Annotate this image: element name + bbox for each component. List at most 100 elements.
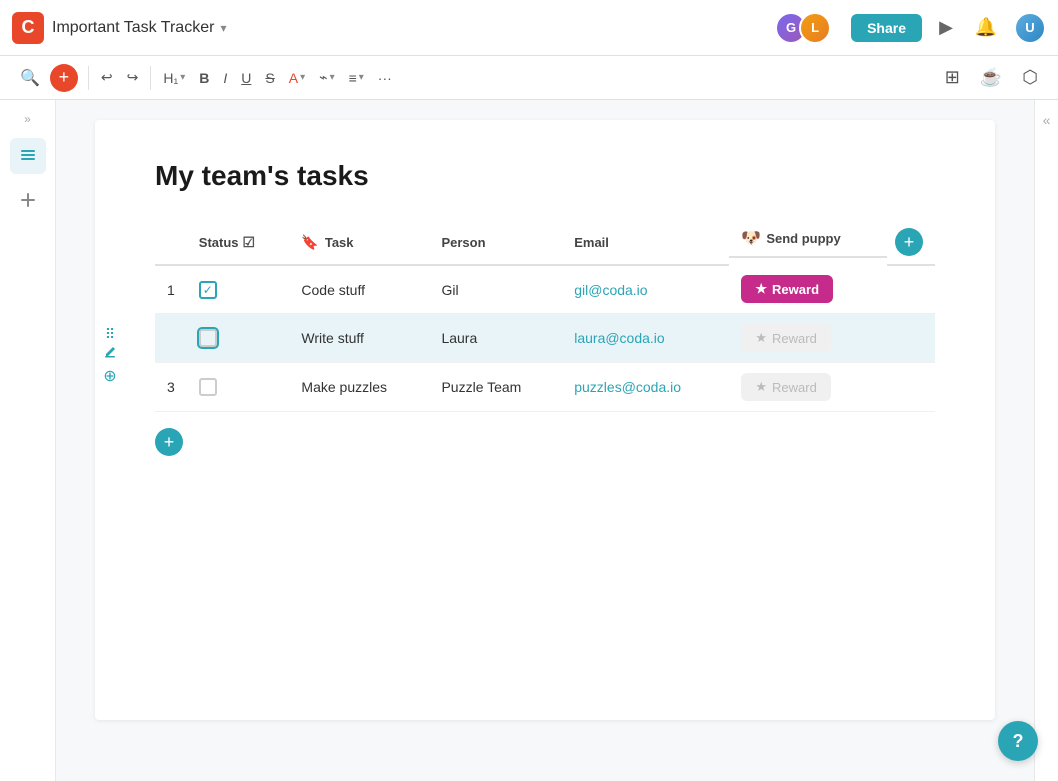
reward-active-button[interactable]: ★ Reward xyxy=(741,275,833,303)
toolbar-right-icons: ⊞ ☕ ⬡ xyxy=(937,63,1046,92)
star-icon: ★ xyxy=(755,281,767,297)
row-drag-handle[interactable]: ⠿ xyxy=(105,326,115,343)
row-3-reward[interactable]: ★ Reward xyxy=(729,363,887,412)
status-unchecked-icon[interactable] xyxy=(199,329,217,347)
collaborator-avatars: G L xyxy=(775,12,831,44)
row-2-task[interactable]: Write stuff xyxy=(289,314,429,363)
highlight-dropdown-icon: ▾ xyxy=(330,72,335,83)
more-options-button[interactable]: ··· xyxy=(372,66,398,90)
pages-icon[interactable]: ⊞ xyxy=(937,63,968,92)
row-edit-icon[interactable] xyxy=(103,345,117,362)
row-2-person[interactable]: Laura xyxy=(429,314,562,363)
title-chevron-icon: ▾ xyxy=(220,21,226,35)
status-unchecked-icon-3[interactable] xyxy=(199,378,217,396)
row-add-icon[interactable]: ⊕ xyxy=(103,366,116,386)
italic-button[interactable]: I xyxy=(217,66,233,90)
row-2-status[interactable] xyxy=(187,314,290,363)
toolbar-separator-2 xyxy=(150,66,151,90)
coffee-icon[interactable]: ☕ xyxy=(972,63,1010,92)
add-column-button[interactable]: + xyxy=(895,228,923,256)
reward-inactive-button-3[interactable]: ★ Reward xyxy=(741,373,830,401)
collapse-icon: « xyxy=(1043,112,1051,128)
add-block-button[interactable]: + xyxy=(50,64,78,92)
table-row: Write stuff Laura laura@coda.io ★ Reward xyxy=(155,314,935,363)
heading-dropdown-icon: ▾ xyxy=(180,72,185,83)
row-2-email-link[interactable]: laura@coda.io xyxy=(574,330,665,346)
send-puppy-col-label: Send puppy xyxy=(766,231,840,246)
reward-inactive-label-3: Reward xyxy=(772,380,817,395)
user-avatar[interactable]: U xyxy=(1014,12,1046,44)
col-header-person[interactable]: Person xyxy=(429,220,562,265)
top-bar: C Important Task Tracker ▾ G L Share ▶ 🔔… xyxy=(0,0,1058,56)
row-side-actions: ⠿ ⊕ xyxy=(103,326,117,386)
task-col-label: Task xyxy=(325,235,354,250)
col-header-add: + xyxy=(887,220,935,265)
col-header-rownum xyxy=(155,220,187,265)
row-1-email-link[interactable]: gil@coda.io xyxy=(574,282,647,298)
sidebar-doc-icon[interactable] xyxy=(10,138,46,174)
bold-button[interactable]: B xyxy=(193,66,215,90)
expand-sidebar-icon[interactable]: » xyxy=(20,108,35,130)
strikethrough-button[interactable]: S xyxy=(259,66,280,90)
col-header-status[interactable]: Status ☑ xyxy=(187,220,290,265)
doc-content: My team's tasks ⠿ ⊕ xyxy=(95,120,995,720)
table-row: 3 Make puzzles Puzzle Team puzzles@coda.… xyxy=(155,363,935,412)
row-1-person[interactable]: Gil xyxy=(429,265,562,314)
row-1-task[interactable]: Code stuff xyxy=(289,265,429,314)
help-button[interactable]: ? xyxy=(998,721,1038,761)
left-sidebar: » xyxy=(0,100,56,781)
doc-title[interactable]: Important Task Tracker ▾ xyxy=(52,19,226,37)
row-2-reward[interactable]: ★ Reward xyxy=(729,314,887,363)
content-area: My team's tasks ⠿ ⊕ xyxy=(56,100,1034,781)
task-table: Status ☑ 🔖 Task Pe xyxy=(155,220,935,412)
puppy-emoji-icon: 🐶 xyxy=(741,228,761,248)
row-3-status[interactable] xyxy=(187,363,290,412)
heading-button[interactable]: H₁ ▾ xyxy=(157,66,191,90)
add-row-button[interactable]: + xyxy=(155,428,183,456)
star-icon-3: ★ xyxy=(755,379,767,395)
undo-button[interactable]: ↩ xyxy=(95,65,119,90)
row-3-num: 3 xyxy=(155,363,187,412)
person-col-label: Person xyxy=(441,235,485,250)
col-header-email[interactable]: Email xyxy=(562,220,729,265)
row-3-email[interactable]: puzzles@coda.io xyxy=(562,363,729,412)
doc-title-text: Important Task Tracker xyxy=(52,19,214,37)
email-col-label: Email xyxy=(574,235,609,250)
main-layout: » My team's tasks ⠿ xyxy=(0,100,1058,781)
row-3-email-link[interactable]: puzzles@coda.io xyxy=(574,379,681,395)
row-1-reward[interactable]: ★ Reward xyxy=(729,265,887,314)
row-1-status[interactable]: ✓ xyxy=(187,265,290,314)
right-collapse-panel[interactable]: « xyxy=(1034,100,1058,781)
align-button[interactable]: ≡ ▾ xyxy=(343,66,370,90)
table-container: ⠿ ⊕ xyxy=(155,220,935,456)
bell-icon[interactable]: 🔔 xyxy=(970,12,1002,44)
share-button[interactable]: Share xyxy=(851,14,922,42)
logo-icon[interactable]: C xyxy=(12,12,44,44)
reward-inactive-button-2[interactable]: ★ Reward xyxy=(741,324,830,352)
highlight-button[interactable]: ⌁ ▾ xyxy=(313,65,340,90)
table-header-row: Status ☑ 🔖 Task Pe xyxy=(155,220,935,265)
puzzle-icon[interactable]: ⬡ xyxy=(1014,63,1046,92)
row-3-extra xyxy=(887,363,935,412)
table-row: 1 ✓ Code stuff Gil gil@coda.io xyxy=(155,265,935,314)
search-icon[interactable]: 🔍 xyxy=(12,64,48,92)
row-2-email[interactable]: laura@coda.io xyxy=(562,314,729,363)
star-icon-2: ★ xyxy=(755,330,767,346)
row-2-extra xyxy=(887,314,935,363)
sidebar-add-icon[interactable] xyxy=(10,182,46,218)
row-1-email[interactable]: gil@coda.io xyxy=(562,265,729,314)
underline-button[interactable]: U xyxy=(235,66,257,90)
status-col-label: Status xyxy=(199,235,239,250)
col-header-task[interactable]: 🔖 Task xyxy=(289,220,429,265)
status-check-icon: ☑ xyxy=(243,234,256,251)
col-header-send-puppy[interactable]: 🐶 Send puppy xyxy=(729,220,887,258)
toolbar-separator-1 xyxy=(88,66,89,90)
redo-button[interactable]: ↪ xyxy=(121,65,145,90)
row-3-person[interactable]: Puzzle Team xyxy=(429,363,562,412)
row-3-task[interactable]: Make puzzles xyxy=(289,363,429,412)
font-color-button[interactable]: A ▾ xyxy=(283,66,311,90)
status-checked-icon[interactable]: ✓ xyxy=(199,281,217,299)
color-dropdown-icon: ▾ xyxy=(300,72,305,83)
row-2-num xyxy=(155,314,187,363)
video-icon[interactable]: ▶ xyxy=(930,12,962,44)
